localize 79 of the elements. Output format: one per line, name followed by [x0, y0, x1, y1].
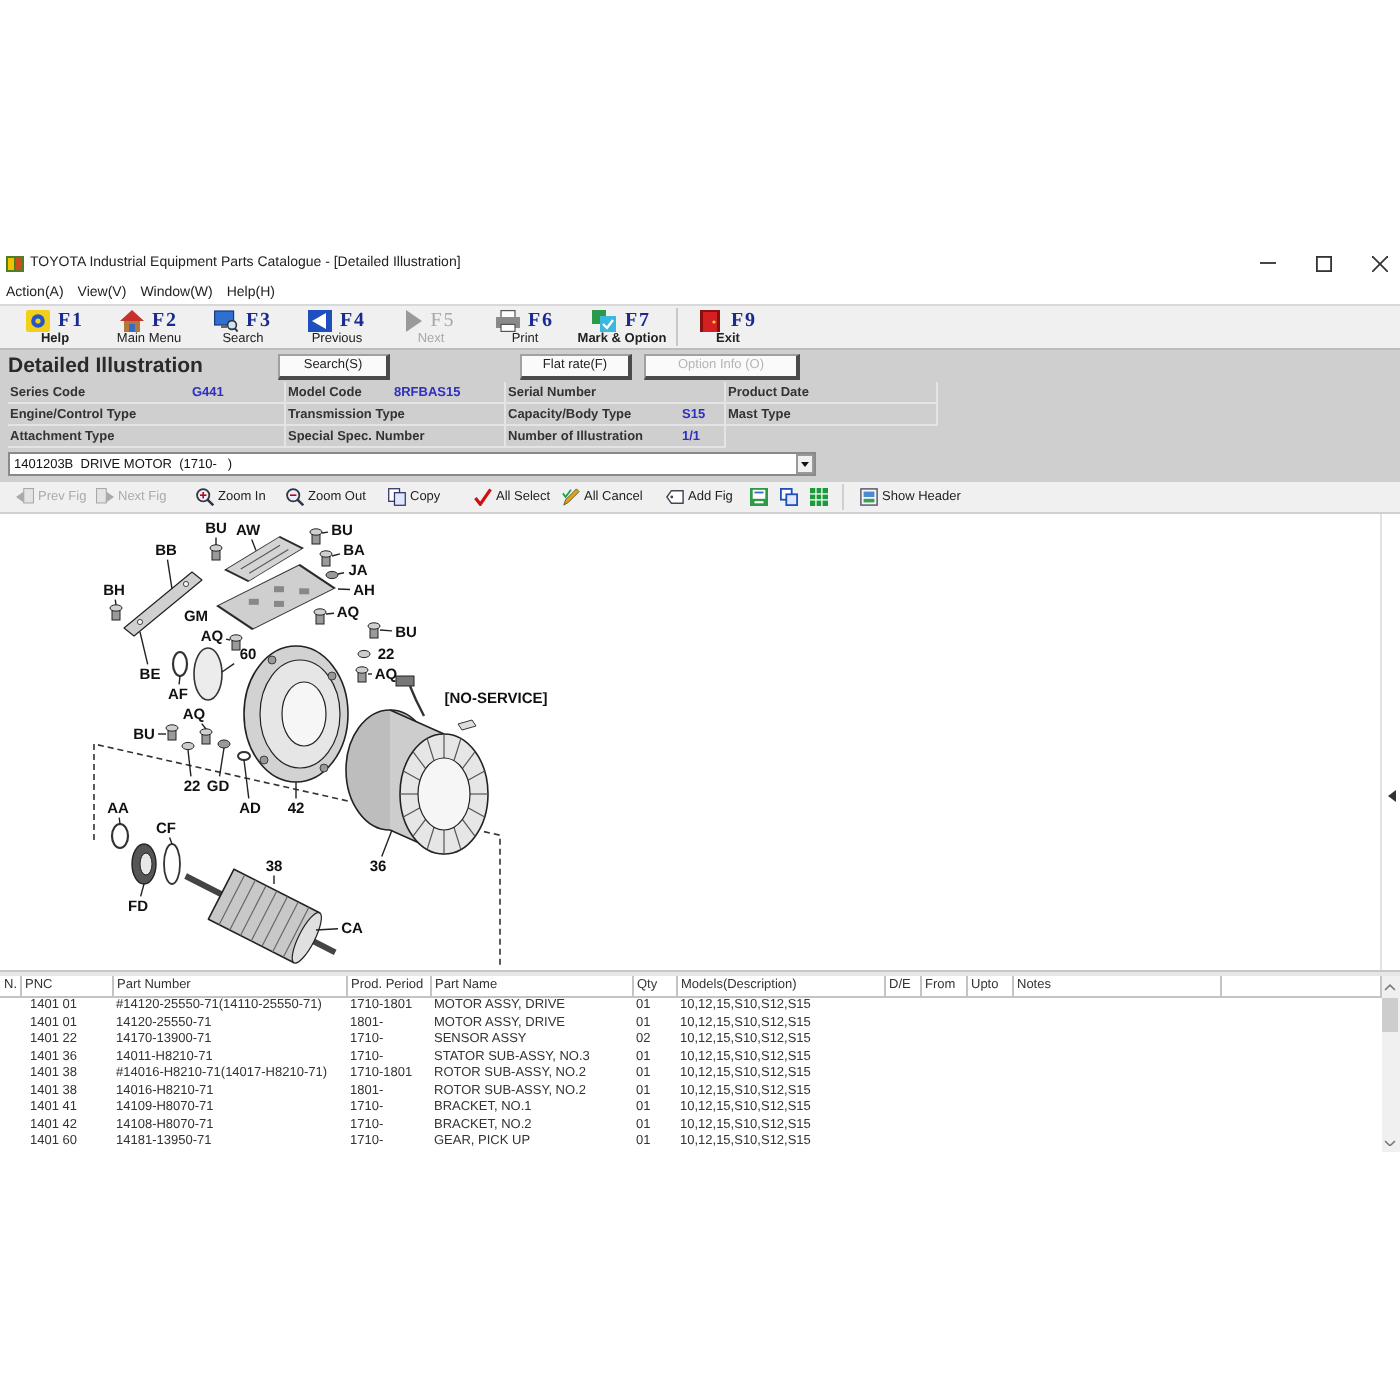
leader-line — [118, 816, 121, 825]
monitor-search-icon — [213, 309, 238, 331]
washer-disk — [193, 647, 223, 701]
cable-connector — [395, 675, 426, 717]
zoom-out-icon — [286, 488, 304, 506]
leader-line — [221, 662, 235, 673]
ring — [237, 751, 251, 761]
motor-housing — [243, 645, 349, 783]
leader-line — [295, 781, 297, 800]
pencil-icon — [562, 488, 580, 506]
zoom-in-icon — [196, 488, 214, 506]
back-arrow-icon — [16, 488, 34, 506]
scrollbar-thumb[interactable] — [1382, 997, 1399, 1031]
leader-line — [243, 759, 250, 800]
check-icon — [474, 488, 492, 506]
option-tiles-icon — [592, 309, 617, 331]
house-icon — [119, 309, 144, 331]
play-arrow-icon — [406, 309, 423, 331]
bolt — [165, 724, 179, 741]
leader-line — [166, 558, 173, 590]
leader-line — [114, 598, 117, 606]
bolt — [199, 728, 213, 745]
windows-icon[interactable] — [780, 488, 798, 506]
forward-arrow-icon — [96, 488, 114, 506]
page-heading: Detailed Illustration — [8, 354, 205, 378]
maximize-icon[interactable] — [1316, 255, 1332, 271]
exit-door-icon — [698, 309, 723, 331]
leader-line — [367, 673, 373, 675]
bolt — [309, 528, 323, 545]
leader-line — [325, 612, 335, 615]
leader-line — [337, 588, 351, 591]
leader-line — [251, 538, 257, 552]
bolt — [109, 604, 123, 621]
copy-icon — [388, 488, 406, 506]
leader-line — [379, 629, 393, 632]
leader-line — [315, 928, 339, 931]
scroll-down-icon[interactable] — [1384, 1139, 1397, 1146]
grid-icon[interactable] — [810, 488, 828, 506]
printer-icon — [495, 309, 520, 331]
leader-line — [157, 733, 167, 735]
picture-frame-icon — [860, 488, 878, 506]
bolt — [229, 634, 243, 651]
scroll-up-icon[interactable] — [1384, 984, 1397, 991]
washer — [181, 741, 195, 751]
bolt — [313, 608, 327, 625]
leader-line — [139, 883, 145, 898]
leader-line — [381, 829, 393, 858]
snap-ring — [110, 822, 130, 850]
leader-line — [215, 536, 217, 546]
leader-line — [218, 747, 225, 778]
splitter-arrow-icon[interactable] — [1387, 790, 1395, 802]
leader-line — [331, 553, 341, 557]
leader-line — [321, 531, 329, 534]
leader-line — [139, 631, 149, 666]
bolt — [355, 666, 369, 683]
leader-line — [168, 836, 173, 845]
tag-icon — [666, 488, 684, 506]
ring — [171, 650, 189, 678]
scrollbar[interactable] — [1381, 976, 1400, 1152]
leader-line — [178, 675, 181, 686]
sheet-icon[interactable] — [750, 488, 768, 506]
bolt — [319, 550, 333, 567]
bearing — [131, 843, 157, 885]
bolt — [209, 544, 223, 561]
close-icon[interactable] — [1372, 255, 1388, 271]
circlip — [163, 843, 181, 885]
ring-tile-icon — [25, 309, 50, 331]
bracket — [123, 571, 203, 637]
bolt — [367, 622, 381, 639]
clip — [217, 739, 231, 749]
leader-line — [337, 572, 345, 575]
app-icon — [6, 255, 24, 271]
back-arrow-icon — [307, 309, 332, 331]
leader-line — [187, 749, 192, 778]
washer — [357, 649, 371, 659]
leader-line — [273, 874, 275, 885]
leader-line — [225, 638, 231, 641]
leader-line — [201, 722, 207, 730]
clip — [325, 570, 339, 580]
